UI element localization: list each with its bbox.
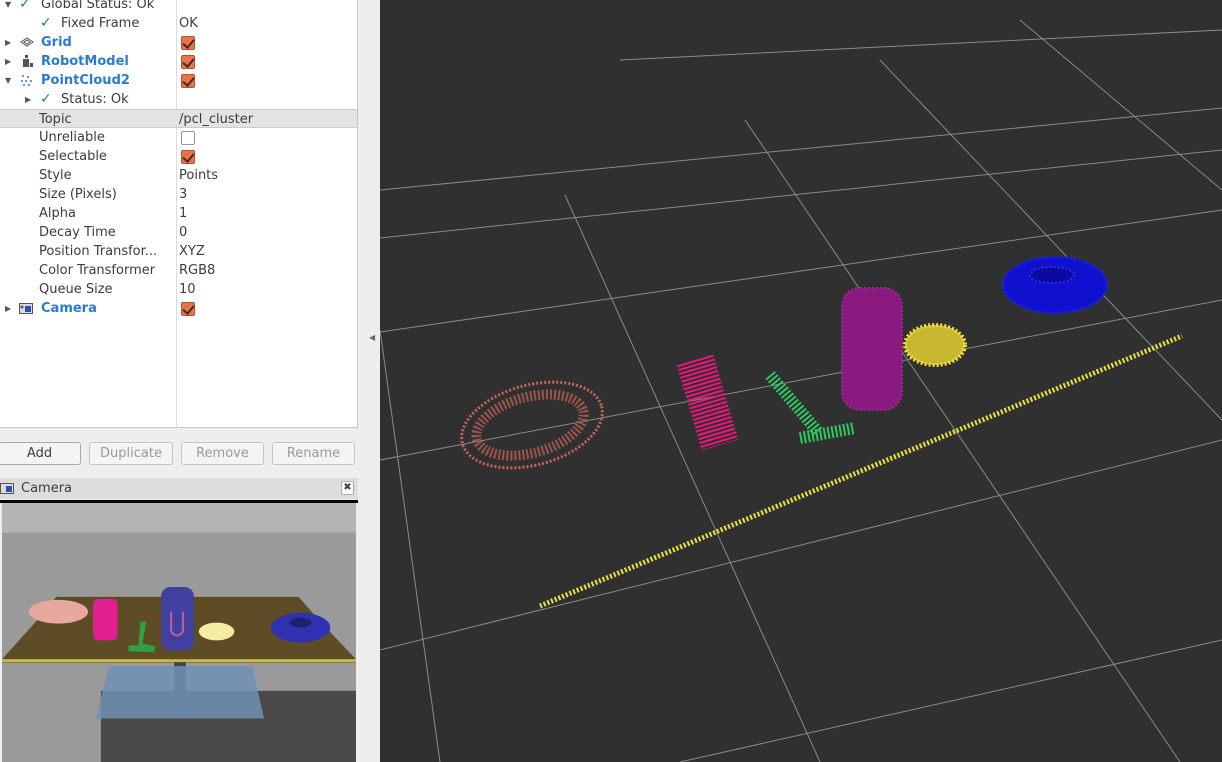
- property-row-unreliable[interactable]: Unreliable: [0, 128, 357, 147]
- display-name: Camera: [41, 301, 97, 316]
- unreliable-checkbox[interactable]: [181, 131, 195, 145]
- point-cloud-pink-can: [676, 354, 739, 451]
- fixed-frame-label: Fixed Frame: [61, 16, 140, 31]
- property-label: Color Transformer: [39, 263, 156, 278]
- tree-row-global-status[interactable]: ▼ ✓ Global Status: Ok: [0, 0, 357, 14]
- display-name: RobotModel: [41, 54, 129, 69]
- display-name: Grid: [41, 35, 72, 50]
- property-label: Queue Size: [39, 282, 113, 297]
- close-icon[interactable]: ✖: [341, 481, 354, 495]
- selectable-checkbox[interactable]: [181, 150, 195, 164]
- pointcloud2-enabled-checkbox[interactable]: [181, 74, 195, 88]
- property-value[interactable]: XYZ: [179, 242, 205, 261]
- property-value[interactable]: 10: [179, 280, 196, 299]
- property-row-queue-size[interactable]: Queue Size 10: [0, 280, 357, 299]
- property-value[interactable]: /pcl_cluster: [179, 110, 253, 129]
- displays-tree: ▼ ✓ Global Status: Ok ✓ Fixed Frame OK ▶…: [0, 0, 358, 428]
- camera-image: [0, 500, 358, 762]
- remove-button[interactable]: Remove: [181, 442, 264, 465]
- tree-row-camera[interactable]: ▶ Camera: [0, 299, 357, 318]
- robot-model-icon: [23, 55, 33, 67]
- point-cloud-blue-disk-hole: [1029, 266, 1075, 284]
- point-cloud-blue-disk: [1001, 255, 1109, 315]
- property-label: Position Transfor...: [39, 244, 158, 259]
- property-row-decay-time[interactable]: Decay Time 0: [0, 223, 357, 242]
- property-label: Alpha: [39, 206, 76, 221]
- 3d-render-view[interactable]: [380, 0, 1222, 762]
- tree-row-grid[interactable]: ▶ Grid: [0, 33, 357, 52]
- camera-icon: [19, 303, 33, 314]
- check-icon: ✓: [19, 0, 31, 12]
- duplicate-button[interactable]: Duplicate: [89, 442, 173, 465]
- splitter-collapse-arrow-icon[interactable]: ◀: [369, 333, 375, 342]
- property-row-position-transformer[interactable]: Position Transfor... XYZ: [0, 242, 357, 261]
- property-value[interactable]: 3: [179, 185, 187, 204]
- camera-panel-title: Camera: [21, 481, 73, 496]
- tree-row-pointcloud2[interactable]: ▼ PointCloud2: [0, 71, 357, 90]
- camera-panel-titlebar: Camera ✖: [0, 478, 358, 499]
- property-label: Size (Pixels): [39, 187, 117, 202]
- property-row-style[interactable]: Style Points: [0, 166, 357, 185]
- status-label: Status: Ok: [61, 92, 129, 107]
- tree-row-pc-status[interactable]: ▶ ✓ Status: Ok: [0, 90, 357, 109]
- tree-row-fixed-frame[interactable]: ✓ Fixed Frame OK: [0, 14, 357, 33]
- property-label: Unreliable: [39, 130, 105, 145]
- property-row-size[interactable]: Size (Pixels) 3: [0, 185, 357, 204]
- global-status-label: Global Status: Ok: [41, 0, 155, 12]
- display-name: PointCloud2: [41, 73, 130, 88]
- camera-icon: [0, 483, 14, 494]
- expand-arrow-icon[interactable]: ▶: [5, 33, 11, 52]
- check-icon: ✓: [40, 15, 52, 31]
- expand-arrow-icon[interactable]: ▶: [5, 52, 11, 71]
- property-row-alpha[interactable]: Alpha 1: [0, 204, 357, 223]
- collapse-arrow-icon[interactable]: ▼: [5, 0, 11, 14]
- add-button[interactable]: Add: [0, 442, 81, 465]
- fixed-frame-value: OK: [179, 16, 198, 31]
- check-icon: ✓: [40, 91, 52, 107]
- grid-icon: [20, 37, 34, 47]
- expand-arrow-icon[interactable]: ▶: [5, 299, 11, 318]
- point-cloud-purple-can: [841, 287, 903, 411]
- property-value[interactable]: 0: [179, 223, 187, 242]
- property-label: Style: [39, 168, 72, 183]
- property-value[interactable]: 1: [179, 204, 187, 223]
- property-value[interactable]: RGB8: [179, 261, 215, 280]
- rename-button[interactable]: Rename: [272, 442, 355, 465]
- expand-arrow-icon[interactable]: ▶: [25, 90, 31, 109]
- point-cloud-salmon-ring: [460, 380, 604, 470]
- collapse-arrow-icon[interactable]: ▼: [5, 71, 11, 90]
- property-label: Selectable: [39, 149, 107, 164]
- robotmodel-enabled-checkbox[interactable]: [181, 55, 195, 69]
- property-label: Decay Time: [39, 225, 116, 240]
- property-row-topic[interactable]: Topic /pcl_cluster: [0, 109, 357, 128]
- grid-enabled-checkbox[interactable]: [181, 36, 195, 50]
- property-value[interactable]: Points: [179, 166, 218, 185]
- point-cloud-salmon-ring-inner: [471, 389, 589, 461]
- property-label: Topic: [39, 112, 72, 127]
- tree-row-robotmodel[interactable]: ▶ RobotModel: [0, 52, 357, 71]
- property-row-selectable[interactable]: Selectable: [0, 147, 357, 166]
- camera-enabled-checkbox[interactable]: [181, 302, 195, 316]
- point-cloud-yellow-bowl: [903, 323, 967, 367]
- point-cloud-icon: [21, 75, 32, 86]
- property-row-color-transformer[interactable]: Color Transformer RGB8: [0, 261, 357, 280]
